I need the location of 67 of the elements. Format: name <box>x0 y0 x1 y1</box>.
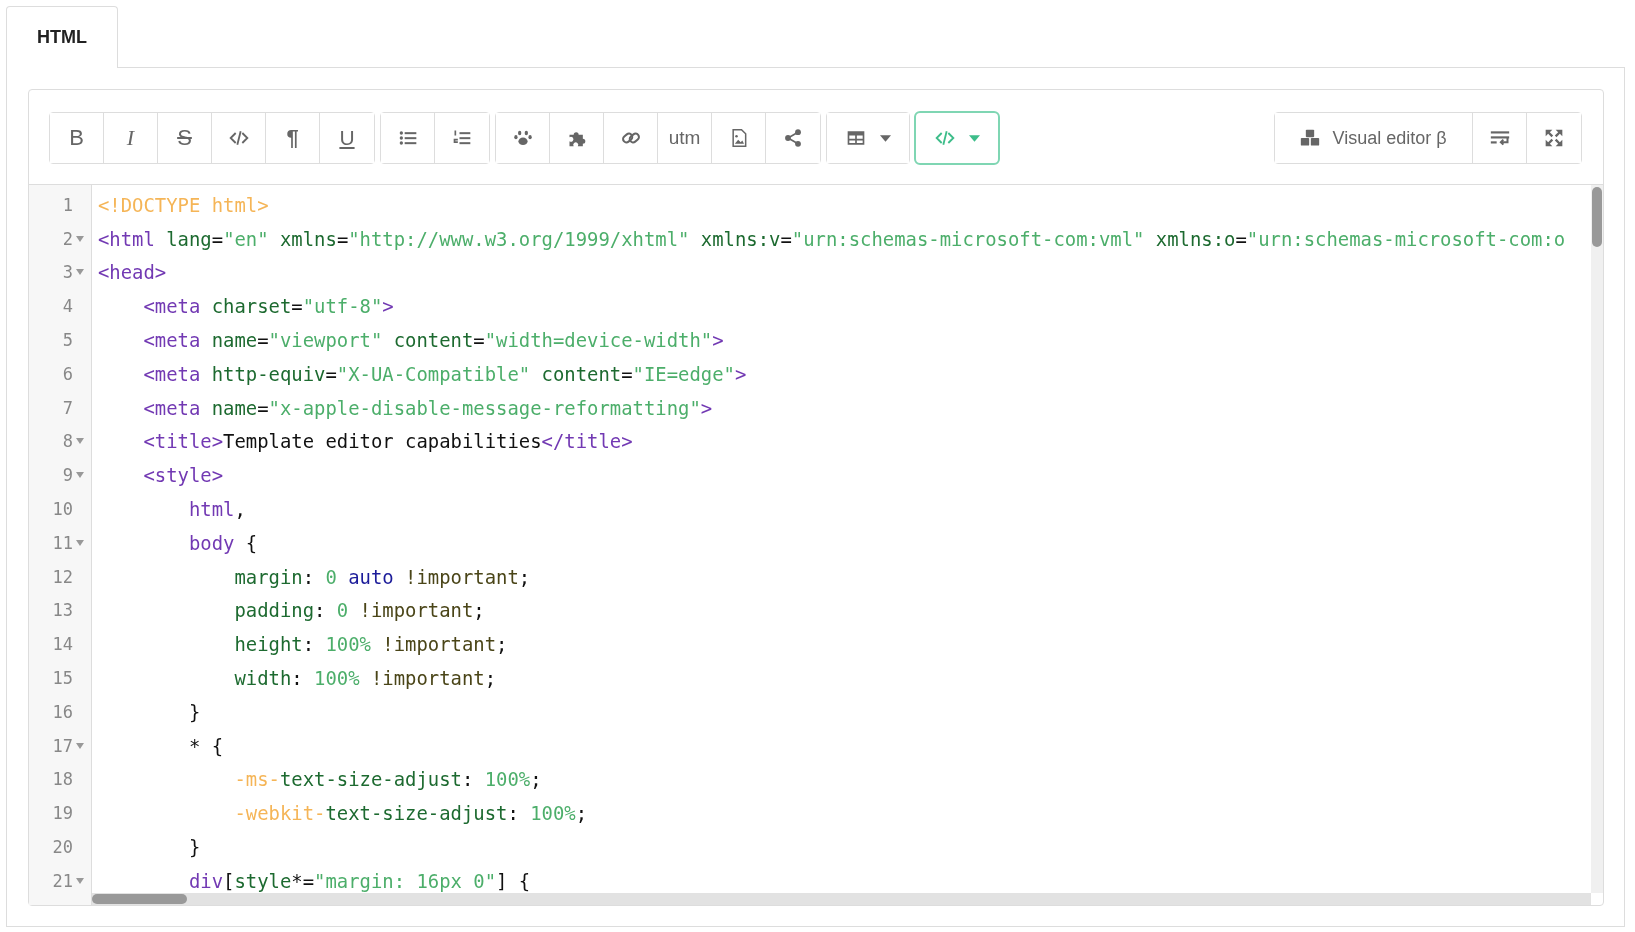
line-number: 1 <box>62 194 73 215</box>
table-button[interactable] <box>827 113 909 163</box>
line-number: 15 <box>52 668 73 689</box>
fold-icon[interactable] <box>76 235 84 242</box>
line-number: 2 <box>62 228 73 249</box>
code-line: <meta name="viewport" content="width=device-width"> <box>142 329 724 352</box>
code-line: * { <box>188 734 224 757</box>
code-line: <meta http-equiv="X-UA-Compatible" content="IE=edge"> <box>142 362 747 385</box>
line-number: 18 <box>52 769 73 790</box>
fold-icon[interactable] <box>76 742 84 749</box>
code-line: height: 100% !important; <box>233 633 508 656</box>
code-line: } <box>188 700 201 723</box>
line-number: 5 <box>62 330 73 351</box>
code-line: <html lang="en" xmlns="http://www.w3.org/1999/xhtml" xmlns:v="urn:schemas-microsoft-com:vml" xmlns:o="urn:schemas-microsoft-com:o <box>98 227 1566 250</box>
line-number: 6 <box>62 363 73 384</box>
line-number: 8 <box>62 431 73 452</box>
code-line: <style> <box>142 464 224 487</box>
word-wrap-icon <box>1489 128 1510 148</box>
fold-icon[interactable] <box>76 877 84 884</box>
line-number: 12 <box>52 566 73 587</box>
line-number: 10 <box>52 499 73 520</box>
line-number: 16 <box>52 701 73 722</box>
code-line: width: 100% !important; <box>233 667 497 690</box>
fold-icon[interactable] <box>76 472 84 479</box>
html-tab[interactable]: HTML <box>6 6 118 68</box>
code-line: <head> <box>98 261 167 284</box>
line-number: 21 <box>52 870 73 891</box>
paw-button[interactable] <box>496 113 550 163</box>
code-line: <meta name="x-apple-disable-message-reformatting"> <box>142 396 713 419</box>
share-icon <box>783 128 803 148</box>
line-number: 13 <box>52 600 73 621</box>
fold-icon[interactable] <box>76 438 84 445</box>
fullscreen-icon <box>1544 128 1564 148</box>
line-number: 14 <box>52 634 73 655</box>
code-line: div[style*="margin: 16px 0"] { <box>188 869 531 892</box>
paw-icon <box>512 128 533 148</box>
horizontal-scrollbar[interactable] <box>92 893 1591 905</box>
line-number: 11 <box>52 532 73 553</box>
code-line: -webkit-text-size-adjust: 100%; <box>233 802 588 825</box>
table-icon <box>845 128 866 148</box>
code-line: body { <box>188 531 258 554</box>
line-number: 20 <box>52 837 73 858</box>
code-line: -ms-text-size-adjust: 100%; <box>233 768 542 791</box>
fold-icon[interactable] <box>76 539 84 546</box>
line-number: 17 <box>52 735 73 756</box>
bullets-button[interactable] <box>381 113 435 163</box>
line-number: 9 <box>62 465 73 486</box>
code-line: <!DOCTYPE html> <box>98 193 269 216</box>
code-line: margin: 0 auto !important; <box>233 565 531 588</box>
bullet-list-icon <box>397 128 418 148</box>
vertical-scrollbar[interactable] <box>1591 185 1603 893</box>
cubes-icon <box>1300 128 1321 148</box>
line-number: 3 <box>62 262 73 283</box>
source-button[interactable] <box>916 113 998 163</box>
visual-editor-button[interactable]: Visual editor β <box>1275 113 1473 163</box>
code-line: html, <box>188 498 246 521</box>
code-line: <meta charset="utf-8"> <box>142 295 394 318</box>
code-line: padding: 0 !important; <box>233 599 485 622</box>
code-line: <title>Template editor capabilities</title> <box>142 430 633 453</box>
fold-icon[interactable] <box>76 269 84 276</box>
code-line: } <box>188 836 201 859</box>
bold-button[interactable]: B <box>50 113 104 163</box>
line-number: 19 <box>52 803 73 824</box>
line-number: 4 <box>62 296 73 317</box>
line-number: 7 <box>62 397 73 418</box>
code-icon <box>228 128 249 148</box>
code-icon <box>934 128 955 148</box>
